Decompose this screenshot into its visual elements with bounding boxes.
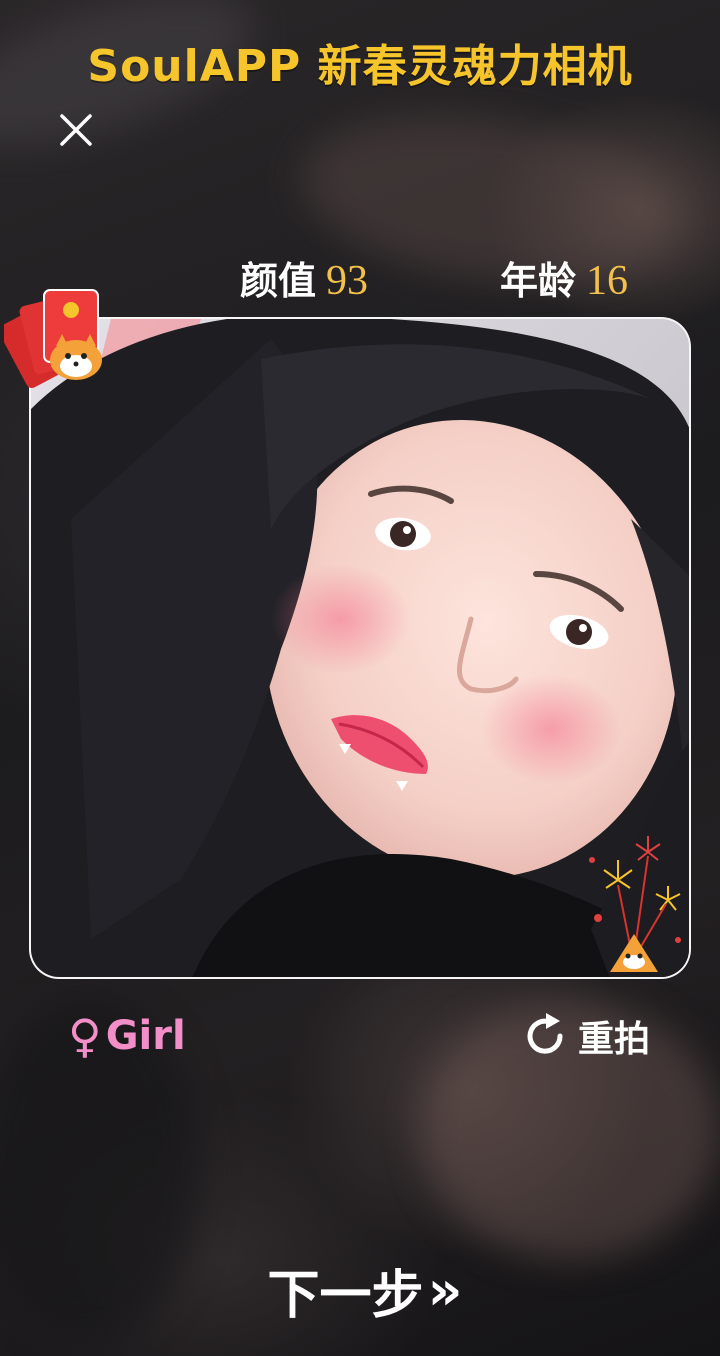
- page-title: SoulAPP 新春灵魂力相机: [87, 41, 633, 92]
- beauty-score-label: 颜值: [240, 259, 317, 303]
- age-score-value: 16: [586, 258, 629, 304]
- refresh-icon: [527, 1013, 563, 1054]
- close-button[interactable]: [56, 110, 96, 150]
- fireworks-shiba-sticker: [589, 836, 681, 972]
- female-icon: ♀: [68, 1009, 102, 1063]
- red-envelope-shiba-sticker: [4, 289, 102, 388]
- beauty-score: 颜值 93: [240, 250, 368, 306]
- beauty-score-value: 93: [326, 258, 369, 304]
- next-step-label: 下一步: [267, 1265, 424, 1326]
- gender-label: Girl: [105, 1013, 186, 1059]
- double-chevron-right-icon: »: [427, 1258, 463, 1322]
- retake-button[interactable]: 重拍: [520, 1008, 650, 1064]
- next-step-button[interactable]: 下一步 »: [250, 1252, 470, 1328]
- age-score-label: 年龄: [500, 259, 577, 303]
- age-score: 年龄 16: [500, 250, 628, 306]
- retake-label: 重拍: [578, 1019, 651, 1060]
- camera-result-screen: SoulAPP 新春灵魂力相机 颜值 93 年龄 16 ♀ Girl 重拍 下一…: [0, 0, 720, 1356]
- close-icon: [60, 114, 92, 146]
- gender-badge: ♀ Girl: [68, 1006, 186, 1066]
